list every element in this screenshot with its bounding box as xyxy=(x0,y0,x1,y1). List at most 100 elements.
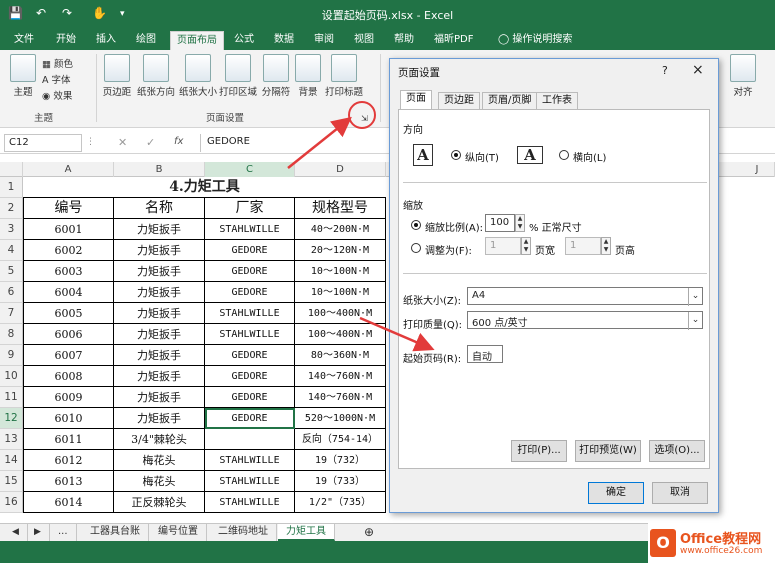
scale-ratio-spinner[interactable]: ▲ ▼ xyxy=(515,214,525,232)
dialog-tab-page[interactable]: 页面 xyxy=(400,90,432,110)
row-header[interactable]: 12 xyxy=(0,408,23,429)
effects-button[interactable]: ◉ 效果 xyxy=(42,88,72,102)
table-cell-a[interactable]: 6012 xyxy=(23,450,114,471)
table-cell-c[interactable]: STAHLWILLE xyxy=(205,324,295,345)
print-titles-button[interactable]: 打印标题 xyxy=(324,54,364,98)
table-cell-c[interactable] xyxy=(205,429,295,450)
table-cell-a[interactable]: 6010 xyxy=(23,408,114,429)
table-cell-d[interactable]: 反向（754-14） xyxy=(295,429,386,450)
table-cell-b[interactable]: 梅花头 xyxy=(114,471,205,492)
table-cell-d[interactable]: 20～120N·M xyxy=(295,240,386,261)
table-cell-b[interactable]: 正反棘轮头 xyxy=(114,492,205,513)
row-header[interactable]: 14 xyxy=(0,450,23,471)
row-header[interactable]: 7 xyxy=(0,303,23,324)
table-cell-c[interactable]: GEDORE xyxy=(205,345,295,366)
table-cell-b[interactable]: 力矩扳手 xyxy=(114,345,205,366)
first-page-number-input[interactable]: 自动 xyxy=(467,345,503,363)
fonts-button[interactable]: A 字体 xyxy=(42,72,71,86)
tab-home[interactable]: 开始 xyxy=(50,31,82,50)
table-cell-d[interactable]: 1/2"（735） xyxy=(295,492,386,513)
table-cell-d[interactable]: 140～760N·M xyxy=(295,387,386,408)
sheet-title-cell[interactable]: 4.力矩工具 xyxy=(23,177,386,198)
table-cell-c[interactable]: GEDORE xyxy=(205,240,295,261)
fit-tall-spinner[interactable]: ▲ ▼ xyxy=(601,237,611,255)
colors-button[interactable]: ▦ 颜色 xyxy=(42,56,73,70)
background-button[interactable]: 背景 xyxy=(294,54,322,98)
print-button[interactable]: 打印(P)... xyxy=(511,440,567,462)
sheet-tab-qr-address[interactable]: 二维码地址 xyxy=(210,524,277,541)
portrait-radio[interactable] xyxy=(451,150,461,160)
sheet-more-icon[interactable]: ... xyxy=(50,524,77,541)
breaks-button[interactable]: 分隔符 xyxy=(258,54,294,98)
table-cell-b[interactable]: 力矩扳手 xyxy=(114,240,205,261)
help-button[interactable]: ? xyxy=(662,64,668,77)
column-header-b[interactable]: B xyxy=(114,162,205,177)
margins-button[interactable]: 页边距 xyxy=(100,54,134,98)
row-header[interactable]: 8 xyxy=(0,324,23,345)
paper-size-button[interactable]: 纸张大小 xyxy=(178,54,218,98)
table-cell-a[interactable]: 6008 xyxy=(23,366,114,387)
header-cell-id[interactable]: 编号 xyxy=(23,198,114,219)
table-cell-d[interactable]: 100～400N·M xyxy=(295,303,386,324)
cancel-icon[interactable]: ✕ xyxy=(118,136,127,149)
dialog-tab-sheet[interactable]: 工作表 xyxy=(536,92,578,110)
table-cell-d[interactable]: 19（732） xyxy=(295,450,386,471)
table-cell-d[interactable]: 80～360N·M xyxy=(295,345,386,366)
table-cell-a[interactable]: 6002 xyxy=(23,240,114,261)
column-header-a[interactable]: A xyxy=(23,162,114,177)
column-header-j[interactable]: J xyxy=(740,162,775,177)
tab-file[interactable]: 文件 xyxy=(8,31,40,50)
table-cell-c[interactable]: GEDORE xyxy=(205,261,295,282)
themes-button[interactable]: 主题 xyxy=(8,54,38,98)
tab-page-layout[interactable]: 页面布局 xyxy=(170,31,224,50)
table-cell-b[interactable]: 力矩扳手 xyxy=(114,366,205,387)
row-header[interactable]: 4 xyxy=(0,240,23,261)
table-cell-b[interactable]: 力矩扳手 xyxy=(114,387,205,408)
table-cell-d[interactable]: 10～100N·M xyxy=(295,282,386,303)
row-header[interactable]: 2 xyxy=(0,198,23,219)
table-cell-a[interactable]: 6014 xyxy=(23,492,114,513)
table-cell-c[interactable]: STAHLWILLE xyxy=(205,303,295,324)
table-cell-c[interactable]: STAHLWILLE xyxy=(205,492,295,513)
table-cell-b[interactable]: 力矩扳手 xyxy=(114,303,205,324)
table-cell-c[interactable]: STAHLWILLE xyxy=(205,471,295,492)
orientation-button[interactable]: 纸张方向 xyxy=(136,54,176,98)
cancel-button[interactable]: 取消 xyxy=(652,482,708,504)
sheet-tab-number-location[interactable]: 编号位置 xyxy=(150,524,207,541)
align-button[interactable]: 对齐 xyxy=(728,54,758,98)
landscape-radio[interactable] xyxy=(559,150,569,160)
table-cell-a[interactable]: 6011 xyxy=(23,429,114,450)
tab-data[interactable]: 数据 xyxy=(268,31,300,50)
scale-ratio-radio[interactable] xyxy=(411,220,421,230)
row-header[interactable]: 10 xyxy=(0,366,23,387)
table-cell-b[interactable]: 力矩扳手 xyxy=(114,219,205,240)
fit-wide-spinner[interactable]: ▲ ▼ xyxy=(521,237,531,255)
scale-ratio-input[interactable]: 100 xyxy=(485,214,515,232)
table-cell-b[interactable]: 力矩扳手 xyxy=(114,261,205,282)
name-box-dropdown-icon[interactable]: ⋮ xyxy=(86,137,95,147)
table-cell-c[interactable]: STAHLWILLE xyxy=(205,219,295,240)
table-cell-d[interactable]: 520～1000N·M xyxy=(295,408,386,429)
table-cell-c[interactable]: GEDORE xyxy=(205,366,295,387)
tab-view[interactable]: 视图 xyxy=(348,31,380,50)
table-cell-d[interactable]: 140～760N·M xyxy=(295,366,386,387)
sheet-tab-inventory[interactable]: 工器具台账 xyxy=(82,524,149,541)
column-header-d[interactable]: D xyxy=(295,162,386,177)
tab-formulas[interactable]: 公式 xyxy=(228,31,260,50)
fit-wide-input[interactable]: 1 xyxy=(485,237,521,255)
dialog-tab-margins[interactable]: 页边距 xyxy=(438,92,480,110)
enter-icon[interactable]: ✓ xyxy=(146,136,155,149)
table-cell-a[interactable]: 6001 xyxy=(23,219,114,240)
tab-insert[interactable]: 插入 xyxy=(90,31,122,50)
sheet-scroll-left-icon[interactable]: ◀ xyxy=(4,524,28,541)
table-cell-b[interactable]: 梅花头 xyxy=(114,450,205,471)
table-cell-d[interactable]: 40～200N·M xyxy=(295,219,386,240)
table-cell-a[interactable]: 6003 xyxy=(23,261,114,282)
row-header[interactable]: 6 xyxy=(0,282,23,303)
row-header[interactable]: 16 xyxy=(0,492,23,513)
fit-to-radio[interactable] xyxy=(411,243,421,253)
table-cell-a[interactable]: 6006 xyxy=(23,324,114,345)
print-quality-select[interactable]: 600 点/英寸 ⌄ xyxy=(467,311,703,330)
row-header[interactable]: 11 xyxy=(0,387,23,408)
insert-function-icon[interactable]: fx xyxy=(174,136,183,147)
